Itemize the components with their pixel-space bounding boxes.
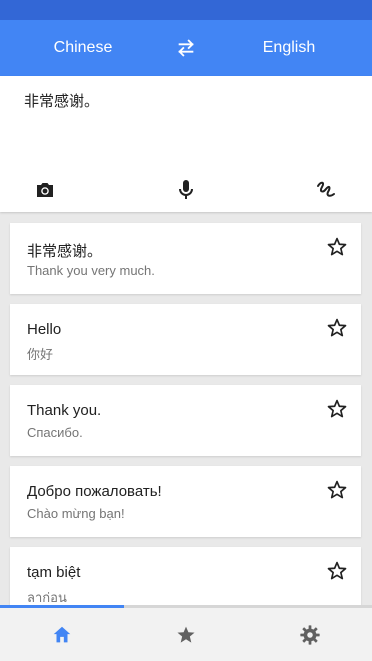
history-translation-text: ลาก่อน: [27, 590, 67, 605]
history-list: 非常感谢。 Thank you very much. Hello 你好 Than…: [0, 212, 372, 605]
gear-icon: [300, 624, 320, 645]
history-translation-text: Спасибо.: [27, 425, 83, 440]
star-outline-icon[interactable]: [326, 479, 348, 501]
source-language-button[interactable]: Chinese: [0, 39, 166, 57]
microphone-button[interactable]: [174, 178, 198, 202]
history-item[interactable]: 非常感谢。 Thank you very much.: [10, 223, 361, 294]
history-item[interactable]: Hello 你好: [10, 304, 361, 375]
star-outline-icon[interactable]: [326, 398, 348, 420]
target-language-button[interactable]: English: [206, 39, 372, 57]
star-icon: [177, 626, 195, 643]
swap-languages-button[interactable]: [166, 37, 206, 59]
history-source-text: 非常感谢。: [27, 243, 103, 260]
history-source-text: tạm biệt: [27, 564, 81, 581]
star-outline-icon[interactable]: [326, 236, 348, 258]
history-source-text: Thank you.: [27, 402, 102, 419]
camera-icon: [37, 183, 53, 197]
nav-home[interactable]: [0, 608, 124, 661]
nav-favorites[interactable]: [124, 608, 248, 661]
history-source-text: Добро пожаловать!: [27, 483, 162, 500]
home-icon: [53, 626, 71, 642]
handwriting-button[interactable]: [314, 178, 338, 202]
nav-settings[interactable]: [248, 608, 372, 661]
history-translation-text: Chào mừng bạn!: [27, 506, 125, 521]
input-area[interactable]: 非常感谢。: [0, 76, 372, 212]
status-bar: [0, 0, 372, 20]
history-translation-text: 你好: [27, 347, 54, 362]
handwriting-icon: [317, 181, 335, 197]
history-item[interactable]: Thank you. Спасибо.: [10, 385, 361, 456]
language-bar: Chinese English: [0, 20, 372, 76]
star-outline-icon[interactable]: [326, 560, 348, 582]
bottom-navigation: [0, 608, 372, 661]
history-item[interactable]: tạm biệt ลาก่อน: [10, 547, 361, 605]
history-translation-text: Thank you very much.: [27, 263, 155, 278]
star-outline-icon[interactable]: [326, 317, 348, 339]
history-source-text: Hello: [27, 321, 62, 338]
input-text[interactable]: 非常感谢。: [24, 90, 99, 111]
microphone-icon: [179, 180, 193, 199]
swap-icon: [178, 39, 194, 57]
camera-button[interactable]: [33, 178, 57, 202]
history-item[interactable]: Добро пожаловать! Chào mừng bạn!: [10, 466, 361, 537]
